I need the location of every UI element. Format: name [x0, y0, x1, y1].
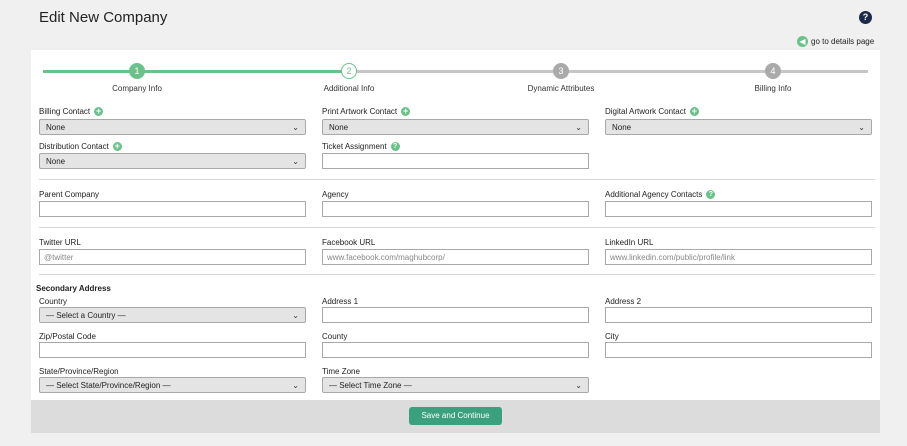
- additional-agency-contacts-input[interactable]: [605, 201, 872, 217]
- stepper-progress-done: [43, 70, 349, 73]
- distribution-contact-value: None: [46, 156, 66, 166]
- billing-contact-label: Billing Contact +: [39, 107, 104, 116]
- add-print-artwork-contact-icon[interactable]: +: [401, 107, 411, 116]
- question-icon[interactable]: ?: [390, 142, 400, 151]
- back-arrow-icon: ◀: [797, 36, 808, 47]
- digital-artwork-contact-value: None: [612, 122, 632, 132]
- chevron-down-icon: ⌄: [575, 380, 582, 390]
- state-select[interactable]: — Select State/Province/Region — ⌄: [39, 377, 306, 393]
- digital-artwork-contact-text: Digital Artwork Contact: [605, 107, 686, 116]
- print-artwork-contact-text: Print Artwork Contact: [322, 107, 398, 116]
- chevron-down-icon: ⌄: [292, 380, 299, 390]
- address-1-label: Address 1: [322, 297, 359, 306]
- twitter-url-label: Twitter URL: [39, 238, 81, 247]
- step-4-circle[interactable]: 4: [765, 63, 781, 79]
- zip-input[interactable]: [39, 342, 306, 358]
- step-3-circle[interactable]: 3: [553, 63, 569, 79]
- go-details-label: go to details page: [811, 37, 875, 46]
- digital-artwork-contact-label: Digital Artwork Contact +: [605, 107, 699, 116]
- ticket-assignment-input[interactable]: [322, 153, 589, 169]
- chevron-down-icon: ⌄: [858, 122, 865, 132]
- time-zone-value: — Select Time Zone —: [329, 380, 412, 390]
- additional-agency-contacts-label: Additional Agency Contacts ?: [605, 190, 716, 199]
- twitter-url-input[interactable]: @twitter: [39, 249, 306, 265]
- zip-label: Zip/Postal Code: [39, 332, 96, 341]
- address-2-input[interactable]: [605, 307, 872, 323]
- ticket-assignment-label: Ticket Assignment ?: [322, 142, 400, 151]
- linkedin-url-input[interactable]: www.linkedin.com/public/profile/link: [605, 249, 872, 265]
- question-icon[interactable]: ?: [706, 190, 716, 199]
- billing-contact-text: Billing Contact: [39, 107, 91, 116]
- facebook-url-input[interactable]: www.facebook.com/maghubcorp/: [322, 249, 589, 265]
- linkedin-url-label: LinkedIn URL: [605, 238, 654, 247]
- go-to-details-link[interactable]: ◀ go to details page: [797, 36, 874, 47]
- address-1-input[interactable]: [322, 307, 589, 323]
- agency-input[interactable]: [322, 201, 589, 217]
- digital-artwork-contact-select[interactable]: None ⌄: [605, 119, 872, 135]
- county-label: County: [322, 332, 348, 341]
- chevron-down-icon: ⌄: [292, 156, 299, 166]
- state-value: — Select State/Province/Region —: [46, 380, 171, 390]
- country-select[interactable]: — Select a Country — ⌄: [39, 307, 306, 323]
- parent-company-label: Parent Company: [39, 190, 100, 199]
- additional-agency-contacts-text: Additional Agency Contacts: [605, 190, 703, 199]
- distribution-contact-select[interactable]: None ⌄: [39, 153, 306, 169]
- facebook-url-label: Facebook URL: [322, 238, 376, 247]
- print-artwork-contact-label: Print Artwork Contact +: [322, 107, 411, 116]
- step-1-circle[interactable]: 1: [129, 63, 145, 79]
- step-2-circle[interactable]: 2: [341, 63, 357, 79]
- billing-contact-select[interactable]: None ⌄: [39, 119, 306, 135]
- distribution-contact-label: Distribution Contact +: [39, 142, 122, 151]
- step-3-label: Dynamic Attributes: [527, 84, 595, 93]
- divider: [39, 274, 875, 275]
- add-billing-contact-icon[interactable]: +: [94, 107, 104, 116]
- page-title: Edit New Company: [39, 9, 168, 26]
- add-digital-artwork-contact-icon[interactable]: +: [689, 107, 699, 116]
- agency-label: Agency: [322, 190, 349, 199]
- country-value: — Select a Country —: [46, 310, 126, 320]
- county-input[interactable]: [322, 342, 589, 358]
- help-icon[interactable]: ?: [859, 11, 872, 24]
- add-distribution-contact-icon[interactable]: +: [112, 142, 122, 151]
- country-label: Country: [39, 297, 68, 306]
- city-label: City: [605, 332, 619, 341]
- chevron-down-icon: ⌄: [292, 310, 299, 320]
- billing-contact-value: None: [46, 122, 66, 132]
- step-1-label: Company Info: [112, 84, 162, 93]
- save-and-continue-button[interactable]: Save and Continue: [409, 407, 502, 425]
- secondary-address-heading: Secondary Address: [36, 284, 111, 293]
- parent-company-input[interactable]: [39, 201, 306, 217]
- distribution-contact-text: Distribution Contact: [39, 142, 109, 151]
- form-card: [31, 50, 880, 433]
- city-input[interactable]: [605, 342, 872, 358]
- stepper-progress-remaining: [349, 70, 868, 73]
- divider: [39, 179, 875, 180]
- step-2-label: Additional Info: [323, 84, 375, 93]
- time-zone-label: Time Zone: [322, 367, 360, 376]
- chevron-down-icon: ⌄: [292, 122, 299, 132]
- address-2-label: Address 2: [605, 297, 642, 306]
- ticket-assignment-text: Ticket Assignment: [322, 142, 387, 151]
- step-4-label: Billing Info: [754, 84, 792, 93]
- print-artwork-contact-select[interactable]: None ⌄: [322, 119, 589, 135]
- state-label: State/Province/Region: [39, 367, 119, 376]
- chevron-down-icon: ⌄: [575, 122, 582, 132]
- divider: [39, 227, 875, 228]
- print-artwork-contact-value: None: [329, 122, 349, 132]
- time-zone-select[interactable]: — Select Time Zone — ⌄: [322, 377, 589, 393]
